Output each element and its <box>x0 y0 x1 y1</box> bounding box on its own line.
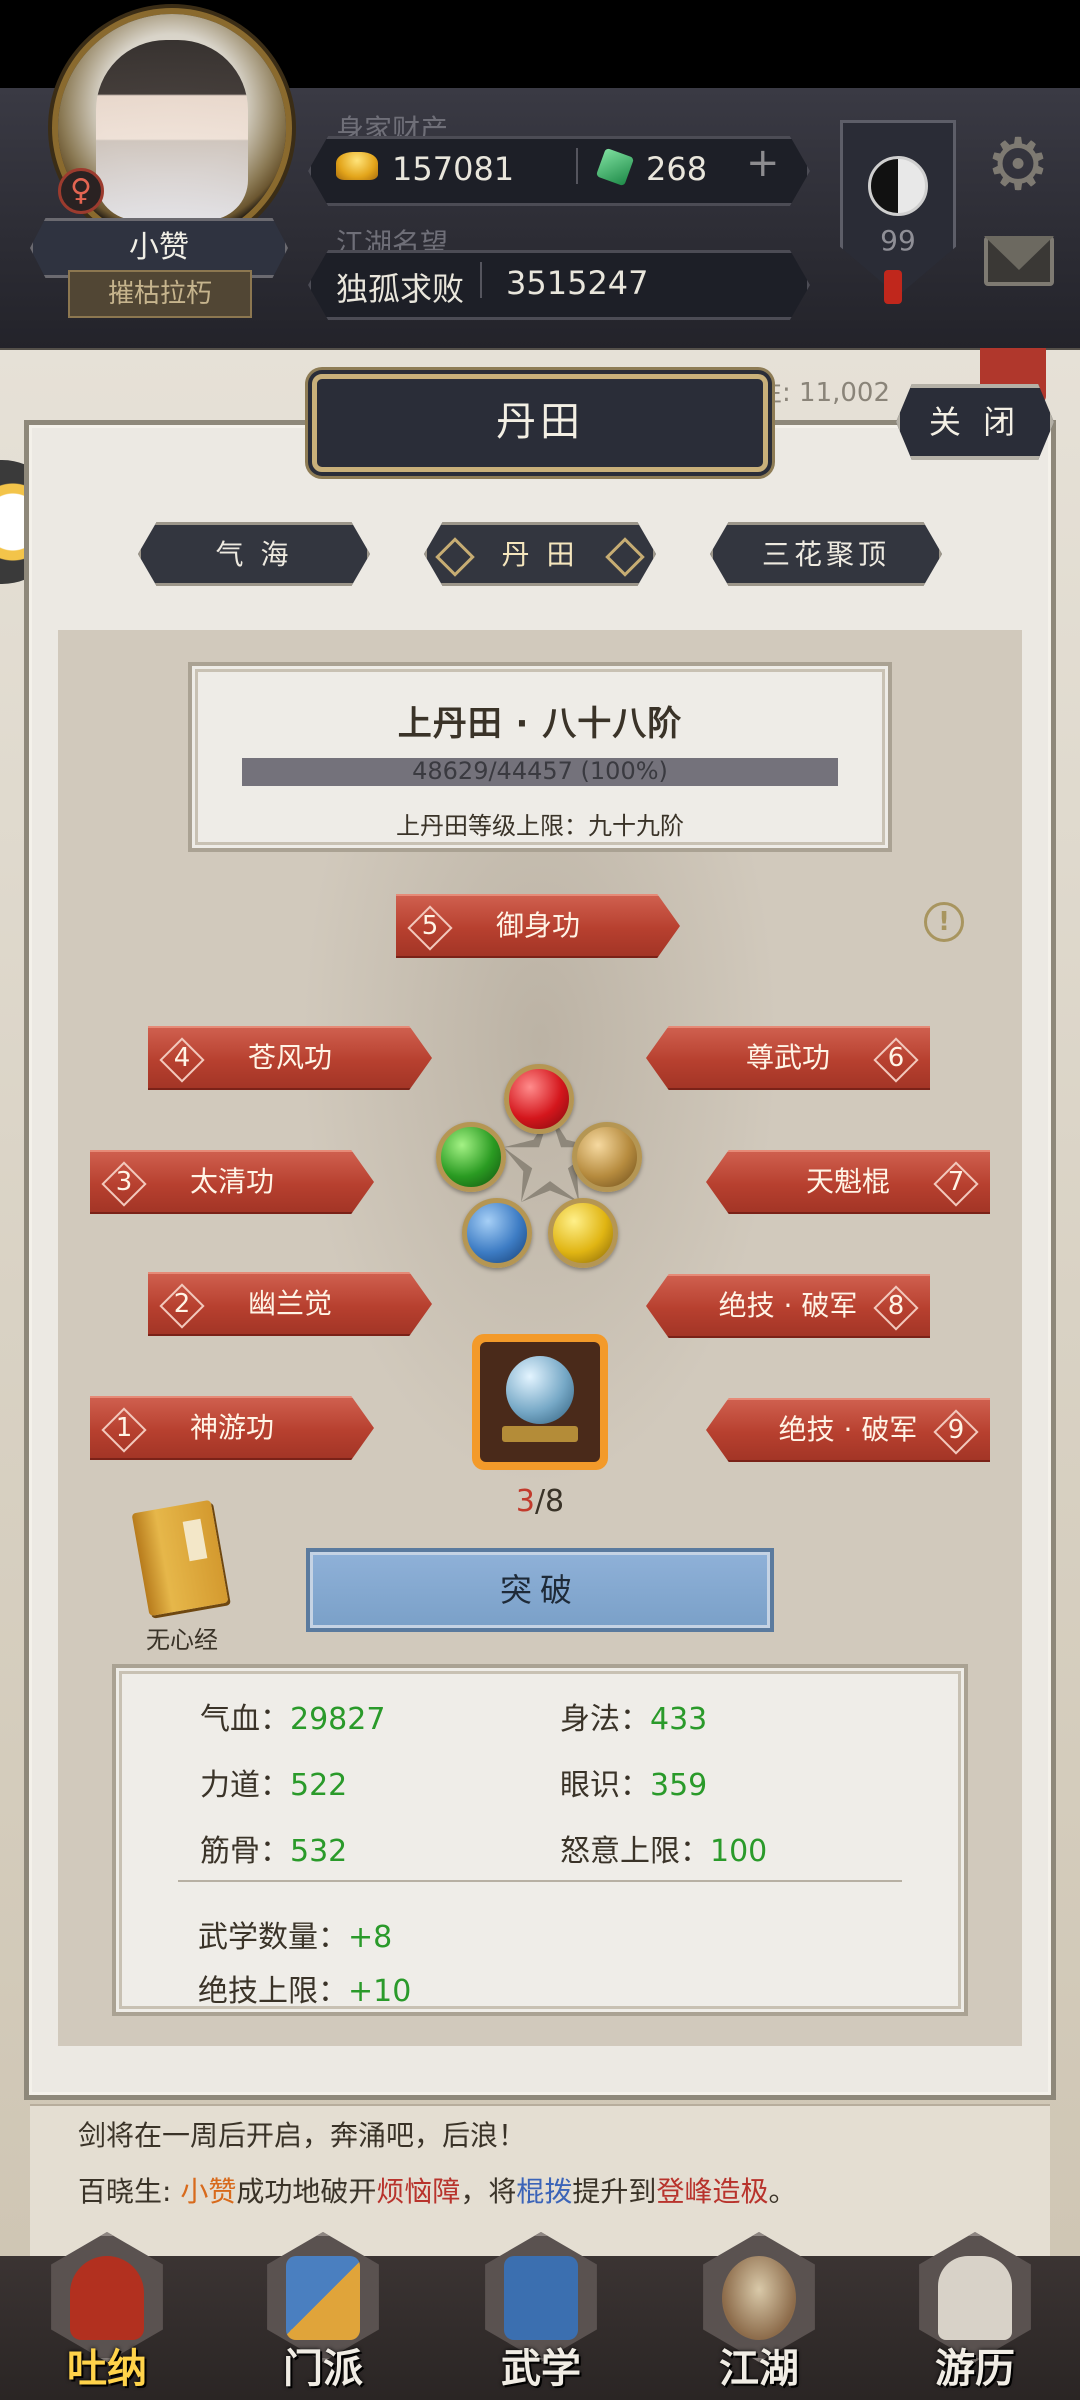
skill-slot-label: 绝技 · 破军 <box>778 1413 918 1446</box>
gold-orb-icon[interactable] <box>572 1122 642 1192</box>
gold-ingot-icon <box>336 152 378 180</box>
info-icon[interactable]: ! <box>924 902 964 942</box>
orb-stand-icon <box>502 1426 578 1442</box>
yinyang-icon <box>868 156 928 216</box>
stat-lidao: 力道：522 <box>200 1768 348 1803</box>
wealth-divider <box>576 148 578 184</box>
martial-books-icon <box>504 2256 578 2340</box>
skill-slot-1[interactable]: 1 神游功 <box>90 1396 374 1460</box>
skill-slot-5[interactable]: 5 御身功 <box>396 894 680 958</box>
tab-dantian[interactable]: 丹 田 <box>424 522 656 586</box>
skill-slot-3[interactable]: 3 太清功 <box>90 1150 374 1214</box>
red-orb-icon[interactable] <box>504 1064 574 1134</box>
skill-slot-4[interactable]: 4 苍风功 <box>148 1026 432 1090</box>
nav-jianghu[interactable]: 江湖 <box>686 2232 832 2400</box>
skill-slot-number: 6 <box>876 1040 916 1080</box>
yellow-orb-icon[interactable] <box>548 1198 618 1268</box>
settings-gear-icon[interactable]: ⚙ <box>980 126 1056 202</box>
nav-label: 游历 <box>935 2345 1015 2392</box>
skill-slot-number: 1 <box>104 1410 144 1450</box>
gold-amount: 157081 <box>392 150 515 188</box>
skill-slot-9[interactable]: 9 绝技 · 破军 <box>706 1398 990 1462</box>
tab-sanhua[interactable]: 三花聚顶 <box>710 522 942 586</box>
female-gender-icon: ♀ <box>58 168 104 214</box>
skill-slot-label: 神游功 <box>189 1411 274 1444</box>
skill-slot-2[interactable]: 2 幽兰觉 <box>148 1272 432 1336</box>
skill-slot-label: 天魁棍 <box>805 1165 890 1198</box>
jade-amount: 268 <box>646 150 708 188</box>
skill-slot-7[interactable]: 7 天魁棍 <box>706 1150 990 1214</box>
skill-slot-number: 4 <box>162 1040 202 1080</box>
stat-jueji-limit: 绝技上限：+10 <box>198 1974 412 2009</box>
sect-banner-icon <box>286 2256 360 2340</box>
nav-label: 武学 <box>501 2345 581 2392</box>
nav-label: 门派 <box>283 2345 363 2392</box>
stat-jingu: 筋骨：532 <box>200 1834 348 1869</box>
player-title-badge[interactable]: 摧枯拉朽 <box>68 270 252 318</box>
skill-slot-number: 5 <box>410 908 450 948</box>
book-label: 无心经 <box>146 1626 218 1654</box>
skill-slot-label: 幽兰觉 <box>247 1287 332 1320</box>
nav-tuna[interactable]: 吐纳 <box>34 2232 180 2400</box>
avatar <box>96 40 248 220</box>
skill-slot-8[interactable]: 8 绝技 · 破军 <box>646 1274 930 1338</box>
skill-slot-label: 御身功 <box>495 909 580 942</box>
item-count-current: 3 <box>515 1484 535 1519</box>
stats-divider <box>178 1880 902 1882</box>
chat-line: 百晓生: 小赞成功地破开烦恼障，将棍拨提升到登峰造极。 <box>78 2175 797 2208</box>
item-count-total: /8 <box>534 1484 565 1519</box>
nav-label: 江湖 <box>719 2345 799 2392</box>
chat-line: 剑将在一周后开启，奔涌吧，后浪！ <box>78 2119 527 2152</box>
fame-rank: 独孤求败 <box>336 270 465 308</box>
add-jade-plus-icon[interactable]: + <box>746 140 780 186</box>
skill-slot-number: 2 <box>162 1286 202 1326</box>
fame-divider <box>480 262 482 298</box>
skill-slot-6[interactable]: 6 尊武功 <box>646 1026 930 1090</box>
breakthrough-item-frame <box>480 1342 600 1462</box>
level-progress-text: 48629/44457 (100%) <box>412 757 668 785</box>
item-count: 3/8 <box>472 1484 608 1519</box>
skill-slot-number: 8 <box>876 1288 916 1328</box>
panel-title: 丹田 <box>312 374 768 472</box>
breakthrough-item-slot[interactable] <box>472 1334 608 1470</box>
skill-slot-label: 太清功 <box>189 1165 274 1198</box>
stat-shenfa: 身法：433 <box>560 1702 708 1737</box>
blue-orb-icon[interactable] <box>462 1198 532 1268</box>
background-stat-text: 性: 11,002 <box>756 378 890 408</box>
tassel-decoration <box>884 270 902 304</box>
straw-hat-icon <box>722 2256 796 2340</box>
meditating-figure-icon <box>70 2256 144 2340</box>
player-name: 小赞 <box>30 218 288 278</box>
skill-slot-number: 3 <box>104 1164 144 1204</box>
skill-slot-label: 绝技 · 破军 <box>718 1289 858 1322</box>
level-limit: 上丹田等级上限：九十九阶 <box>396 812 684 840</box>
stat-wuxue-count: 武学数量：+8 <box>198 1920 393 1955</box>
skill-slot-number: 7 <box>936 1164 976 1204</box>
nav-menpai[interactable]: 门派 <box>250 2232 396 2400</box>
skill-slot-number: 9 <box>936 1412 976 1452</box>
stat-nuyi: 怒意上限：100 <box>560 1834 768 1869</box>
close-button[interactable]: 关 闭 <box>896 384 1054 460</box>
level-title: 上丹田 · 八十八阶 <box>397 704 683 744</box>
skill-slot-label: 苍风功 <box>247 1041 332 1074</box>
stat-yanshi: 眼识：359 <box>560 1768 708 1803</box>
nav-wuxue[interactable]: 武学 <box>468 2232 614 2400</box>
nav-youli[interactable]: 游历 <box>902 2232 1048 2400</box>
white-horse-icon <box>938 2256 1012 2340</box>
wealth-bar <box>308 136 810 206</box>
crystal-orb-icon <box>506 1356 574 1424</box>
green-orb-icon[interactable] <box>436 1122 506 1192</box>
fame-value: 3515247 <box>506 264 649 302</box>
stat-qixue: 气血：29827 <box>200 1702 386 1737</box>
cultivation-level: 99 <box>880 224 916 257</box>
nav-label: 吐纳 <box>67 2345 147 2392</box>
skill-slot-label: 尊武功 <box>745 1041 830 1074</box>
breakthrough-button[interactable]: 突破 <box>306 1548 774 1632</box>
tab-qihai[interactable]: 气 海 <box>138 522 370 586</box>
